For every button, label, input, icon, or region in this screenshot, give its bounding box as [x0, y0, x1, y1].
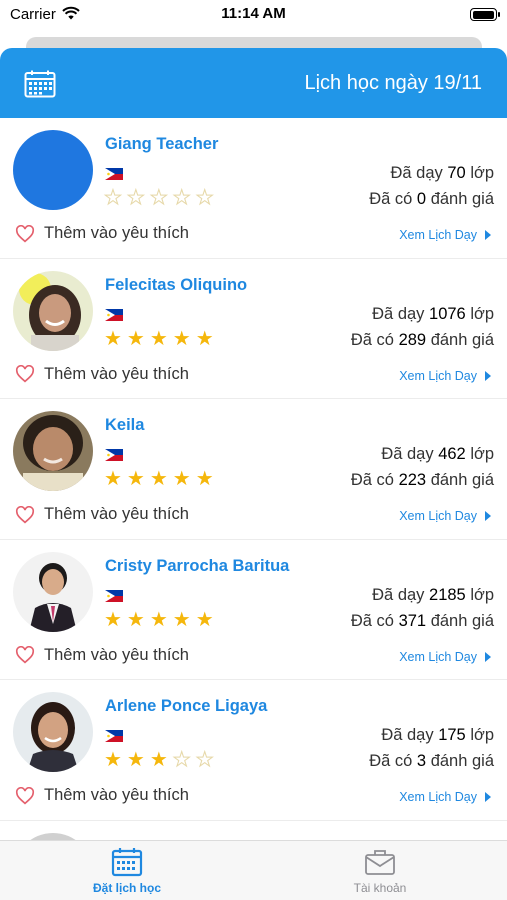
- chevron-right-icon: [485, 370, 491, 381]
- rating-stars: ★★★★★: [104, 187, 219, 209]
- avatar[interactable]: [13, 832, 93, 840]
- teacher-name[interactable]: Cristy Parrocha Baritua: [105, 557, 289, 576]
- review-count: Đã có 289 đánh giá: [350, 330, 494, 349]
- review-count: Đã có 0 đánh giá: [369, 190, 494, 208]
- teacher-list[interactable]: Giang Teacher ★★★★★ Đã dạy 70 lớp Đã có …: [0, 118, 507, 840]
- classes-taught: Đã dạy 175 lớp: [381, 726, 494, 744]
- add-favorite-button[interactable]: Thêm vào yêu thích: [15, 224, 189, 243]
- heart-icon: [15, 365, 35, 383]
- teacher-name[interactable]: Keila: [105, 416, 144, 435]
- view-schedule-link[interactable]: Xem Lịch Dạy: [399, 790, 491, 804]
- favorite-label: Thêm vào yêu thích: [44, 224, 189, 242]
- review-count: Đã có 3 đánh giá: [369, 752, 494, 770]
- favorite-label: Thêm vào yêu thích: [44, 645, 189, 664]
- teacher-row[interactable]: Keila ★★★★★ Đã dạy 462 lớp Đã có 223 đán…: [0, 399, 507, 540]
- tab-account[interactable]: Tài khoản: [300, 847, 460, 895]
- avatar[interactable]: [13, 551, 93, 632]
- chevron-right-icon: [485, 511, 491, 521]
- view-schedule-link[interactable]: Xem Lịch Dạy: [399, 228, 491, 242]
- avatar[interactable]: [13, 270, 93, 351]
- view-schedule-link[interactable]: Xem Lịch Dạy: [399, 369, 491, 383]
- rating-stars: ★★★★★: [104, 327, 219, 350]
- philippines-flag-icon: [105, 308, 123, 321]
- tab-book-class[interactable]: Đặt lịch học: [47, 847, 207, 895]
- heart-icon: [15, 224, 35, 242]
- classes-taught: Đã dạy 462 lớp: [381, 445, 494, 463]
- avatar[interactable]: [13, 130, 93, 210]
- view-schedule-link[interactable]: Xem Lịch Dạy: [399, 509, 491, 523]
- teacher-name[interactable]: Giang Teacher: [105, 135, 218, 154]
- favorite-label: Thêm vào yêu thích: [44, 786, 189, 804]
- calendar-icon[interactable]: [24, 70, 56, 98]
- schedule-header: Lịch học ngày 19/11: [0, 48, 507, 118]
- rating-stars: ★★★★★: [104, 608, 219, 631]
- app-screen: Carrier 11:14 AM Lịch học ngày 19/11 Gia…: [0, 0, 507, 900]
- chevron-right-icon: [485, 651, 491, 662]
- add-favorite-button[interactable]: Thêm vào yêu thích: [15, 646, 189, 665]
- list-item[interactable]: [0, 821, 507, 840]
- teacher-row[interactable]: Arlene Ponce Ligaya ★★★★★ Đã dạy 175 lớp…: [0, 680, 507, 821]
- battery-icon: [470, 8, 500, 21]
- tab-label: Đặt lịch học: [92, 881, 161, 895]
- favorite-label: Thêm vào yêu thích: [44, 505, 189, 523]
- add-favorite-button[interactable]: Thêm vào yêu thích: [15, 786, 189, 805]
- classes-taught: Đã dạy 2185 lớp: [372, 585, 494, 604]
- favorite-label: Thêm vào yêu thích: [44, 364, 189, 383]
- review-count: Đã có 223 đánh giá: [350, 471, 494, 489]
- status-time: 11:14 AM: [221, 5, 286, 22]
- teacher-name[interactable]: Arlene Ponce Ligaya: [105, 697, 267, 716]
- teacher-row[interactable]: Cristy Parrocha Baritua ★★★★★ Đã dạy 218…: [0, 540, 507, 680]
- philippines-flag-icon: [105, 729, 123, 742]
- philippines-flag-icon: [105, 589, 123, 602]
- classes-taught: Đã dạy 70 lớp: [390, 164, 495, 182]
- header-title: Lịch học ngày 19/11: [304, 72, 482, 94]
- chevron-right-icon: [485, 792, 491, 802]
- avatar[interactable]: [13, 411, 93, 491]
- calendar-icon: [111, 847, 143, 877]
- classes-taught: Đã dạy 1076 lớp: [372, 304, 494, 323]
- tab-label: Tài khoản: [353, 881, 407, 895]
- philippines-flag-icon: [105, 448, 123, 461]
- teacher-row[interactable]: Giang Teacher ★★★★★ Đã dạy 70 lớp Đã có …: [0, 118, 507, 259]
- status-bar: Carrier 11:14 AM: [0, 0, 507, 36]
- rating-stars: ★★★★★: [104, 749, 219, 771]
- heart-icon: [15, 646, 35, 664]
- chevron-right-icon: [485, 230, 491, 240]
- add-favorite-button[interactable]: Thêm vào yêu thích: [15, 505, 189, 524]
- briefcase-icon: [364, 847, 396, 877]
- teacher-row[interactable]: Felecitas Oliquino ★★★★★ Đã dạy 1076 lớp…: [0, 259, 507, 399]
- review-count: Đã có 371 đánh giá: [350, 611, 494, 630]
- add-favorite-button[interactable]: Thêm vào yêu thích: [15, 365, 189, 384]
- teacher-name[interactable]: Felecitas Oliquino: [105, 276, 247, 295]
- philippines-flag-icon: [105, 167, 123, 180]
- heart-icon: [15, 505, 35, 523]
- tab-bar: Đặt lịch học Tài khoản: [0, 840, 507, 900]
- view-schedule-link[interactable]: Xem Lịch Dạy: [399, 650, 491, 664]
- avatar[interactable]: [13, 692, 93, 772]
- heart-icon: [15, 786, 35, 804]
- rating-stars: ★★★★★: [104, 468, 219, 490]
